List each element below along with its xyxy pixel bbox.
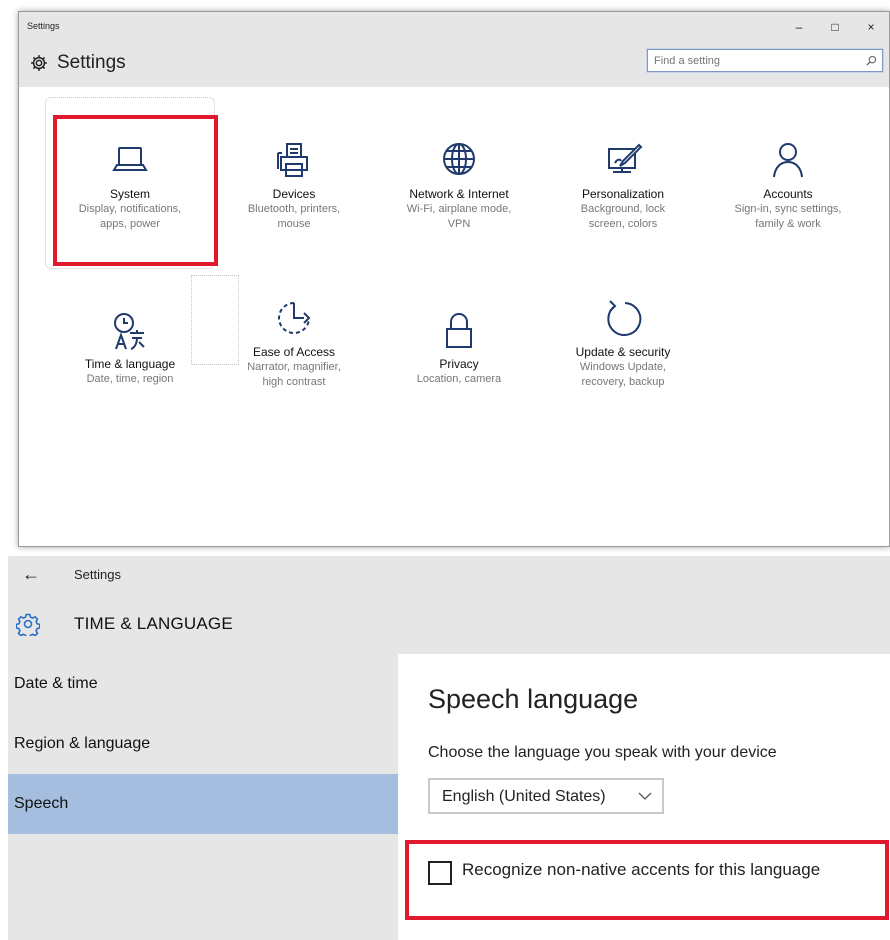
tile-update-security[interactable]: Update & security Windows Update, recove…: [548, 297, 698, 390]
highlight-box: [53, 115, 218, 266]
search-box[interactable]: [646, 48, 884, 73]
tile-name: Ease of Access: [252, 345, 336, 359]
back-button[interactable]: ←: [22, 564, 40, 585]
tile-description: Background, lock screen, colors: [580, 203, 666, 230]
clock-language-icon: [114, 313, 145, 350]
person-icon: [773, 143, 803, 178]
tile-personalization[interactable]: Personalization Background, lock screen,…: [548, 139, 698, 232]
search-input[interactable]: [648, 50, 858, 71]
tile-privacy[interactable]: Privacy Location, camera: [384, 309, 534, 387]
printer-icon: [277, 143, 308, 177]
chevron-down-icon: [638, 792, 652, 800]
language-label: Choose the language you speak with your …: [428, 744, 777, 761]
tile-description: Date, time, region: [86, 373, 174, 385]
tile-name: Privacy: [439, 357, 479, 371]
tile-description: Narrator, magnifier, high contrast: [247, 361, 341, 388]
paintbrush-icon: [608, 143, 643, 173]
tile-description: Bluetooth, printers, mouse: [247, 203, 341, 230]
tile-name: Devices: [272, 187, 316, 201]
maximize-button[interactable]: □: [817, 16, 853, 38]
settings-window: Settings – □ × Settings Find a setting S…: [18, 11, 890, 547]
section-title: TIME & LANGUAGE: [74, 614, 233, 633]
tile-description: Windows Update, recovery, backup: [579, 361, 667, 388]
tile-description: Location, camera: [416, 373, 502, 385]
title-bar: Settings – □ ×: [19, 12, 889, 41]
tile-name: Accounts: [763, 187, 813, 201]
lock-icon: [446, 313, 472, 348]
tile-name: Personalization: [581, 187, 665, 201]
tile-name: Time & language: [84, 357, 176, 371]
sidebar-item-region-language[interactable]: Region & language: [8, 714, 398, 774]
time-language-window: ← Settings TIME & LANGUAGE Date & time R…: [8, 556, 890, 940]
refresh-icon: [607, 300, 642, 336]
tile-name: Update & security: [575, 345, 671, 359]
sidebar-item-speech[interactable]: Speech: [8, 774, 398, 834]
tile-network-internet[interactable]: Network & Internet Wi-Fi, airplane mode,…: [384, 139, 534, 232]
tile-devices[interactable]: Devices Bluetooth, printers, mouse: [219, 139, 369, 232]
close-button[interactable]: ×: [853, 16, 889, 38]
tile-description: Wi-Fi, airplane mode, VPN: [406, 203, 512, 230]
dropdown-value: English (United States): [442, 788, 606, 805]
tile-accounts[interactable]: Accounts Sign-in, sync settings, family …: [713, 139, 863, 232]
panel-title: Speech language: [428, 684, 639, 714]
ease-of-access-icon: [278, 302, 311, 334]
minimize-button[interactable]: –: [781, 16, 817, 38]
breadcrumb: Settings: [74, 567, 121, 582]
tile-time-language[interactable]: Time & language Date, time, region: [55, 309, 205, 387]
sidebar-nav: Date & time Region & language Speech: [8, 654, 398, 940]
tile-description: Sign-in, sync settings, family & work: [734, 203, 842, 230]
tile-name: Network & Internet: [409, 187, 509, 201]
highlight-box: [405, 840, 889, 920]
settings-tiles: System Display, notifications, apps, pow…: [19, 87, 889, 547]
speech-panel: Speech language Choose the language you …: [398, 654, 890, 940]
page-title: Settings: [57, 52, 126, 73]
settings-header: Settings: [19, 41, 889, 87]
search-icon[interactable]: [866, 55, 877, 66]
speech-language-dropdown[interactable]: English (United States): [428, 778, 664, 814]
tile-ease-of-access[interactable]: Ease of Access Narrator, magnifier, high…: [219, 297, 369, 390]
globe-icon: [443, 143, 475, 175]
window-header: ← Settings TIME & LANGUAGE: [8, 556, 890, 654]
window-title: Settings: [27, 21, 60, 31]
gear-icon: [31, 55, 47, 71]
sidebar-item-date-time[interactable]: Date & time: [8, 654, 398, 714]
gear-icon: [16, 613, 40, 636]
